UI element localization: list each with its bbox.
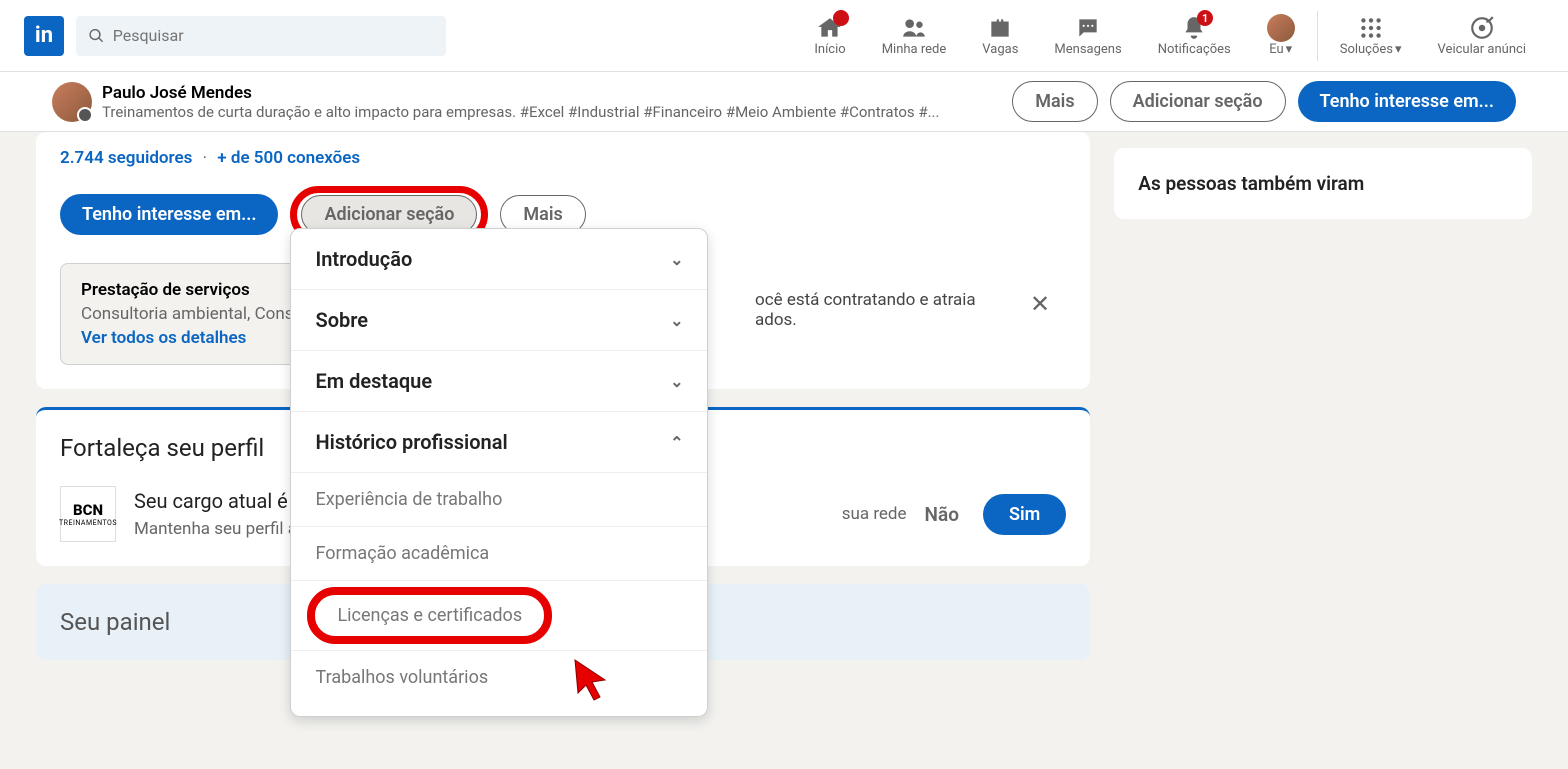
dropdown-intro[interactable]: Introdução ⌄ (291, 229, 707, 290)
dropdown-work-exp[interactable]: Experiência de trabalho (291, 473, 707, 527)
add-section-dropdown: Introdução ⌄ Sobre ⌄ Em destaque ⌄ His (290, 228, 708, 717)
nav-advertise-label: Veicular anúnci (1438, 42, 1526, 57)
home-badge (833, 10, 849, 26)
nav-me-label: Eu▾ (1269, 42, 1292, 57)
nav-network-label: Minha rede (882, 42, 947, 57)
nav-home[interactable]: Início (796, 14, 863, 57)
sticky-profile-bar: Paulo José Mendes Treinamentos de curta … (0, 72, 1568, 132)
profile-card: 2.744 seguidores · + de 500 conexões Ten… (36, 132, 1090, 389)
dropdown-education[interactable]: Formação acadêmica (291, 527, 707, 581)
chevron-down-icon: ▾ (1395, 42, 1402, 57)
chevron-down-icon: ⌄ (670, 250, 683, 269)
interest-button[interactable]: Tenho interesse em... (60, 194, 278, 235)
connections-link[interactable]: + de 500 conexões (217, 148, 360, 168)
nav-jobs[interactable]: Vagas (964, 14, 1036, 57)
top-navigation: in Início Minha rede Vagas Mensagens 1 N… (0, 0, 1568, 72)
people-also-viewed-card: As pessoas também viram (1114, 148, 1532, 219)
nav-divider (1317, 11, 1318, 61)
no-button[interactable]: Não (925, 503, 959, 526)
nav-notifications-label: Notificações (1158, 42, 1231, 57)
yes-button[interactable]: Sim (983, 494, 1066, 535)
linkedin-logo[interactable]: in (24, 16, 64, 56)
nav-items: Início Minha rede Vagas Mensagens 1 Noti… (796, 11, 1544, 61)
dropdown-volunteer[interactable]: Trabalhos voluntários (291, 651, 707, 704)
nav-home-label: Início (814, 42, 845, 57)
nav-me[interactable]: Eu▾ (1249, 14, 1313, 57)
annotation-highlight-licenses: Licenças e certificados (307, 587, 552, 644)
chevron-down-icon: ▾ (1286, 42, 1293, 57)
search-box[interactable] (76, 16, 446, 56)
search-input[interactable] (113, 26, 434, 45)
followers-link[interactable]: 2.744 seguidores (60, 148, 192, 168)
profile-avatar[interactable] (52, 82, 92, 122)
messages-icon (1075, 15, 1101, 41)
target-icon (1469, 15, 1495, 41)
hiring-box-text: ocê está contratando e atraia ados. (755, 290, 976, 330)
nav-solutions-label: Soluções▾ (1340, 42, 1402, 57)
people-icon (901, 15, 927, 41)
profile-name: Paulo José Mendes (102, 83, 1012, 103)
side-title: As pessoas também viram (1138, 172, 1508, 195)
sticky-interest-button[interactable]: Tenho interesse em... (1298, 81, 1516, 122)
chevron-down-icon: ⌄ (670, 311, 683, 330)
follow-line: 2.744 seguidores · + de 500 conexões (60, 148, 1066, 168)
avatar-icon (1267, 14, 1295, 42)
sticky-more-button[interactable]: Mais (1012, 81, 1097, 122)
annotation-arrow (570, 655, 620, 705)
nav-advertise[interactable]: Veicular anúnci (1420, 14, 1544, 57)
profile-headline: Treinamentos de curta duração e alto imp… (102, 103, 1012, 121)
chevron-down-icon: ⌄ (670, 372, 683, 391)
briefcase-icon (987, 15, 1013, 41)
close-icon[interactable]: ✕ (1030, 290, 1050, 318)
nav-solutions[interactable]: Soluções▾ (1322, 14, 1420, 57)
notif-badge: 1 (1197, 10, 1213, 26)
nav-jobs-label: Vagas (982, 42, 1018, 57)
nav-notifications[interactable]: 1 Notificações (1140, 14, 1249, 57)
nav-network[interactable]: Minha rede (864, 14, 965, 57)
chevron-up-icon: ⌃ (670, 433, 683, 452)
grid-icon (1358, 15, 1384, 41)
dropdown-history[interactable]: Histórico profissional ⌃ (291, 412, 707, 473)
search-icon (88, 27, 105, 45)
nav-messages-label: Mensagens (1054, 42, 1121, 57)
dropdown-about[interactable]: Sobre ⌄ (291, 290, 707, 351)
sticky-add-section-button[interactable]: Adicionar seção (1110, 81, 1286, 122)
dropdown-featured[interactable]: Em destaque ⌄ (291, 351, 707, 412)
company-logo: BCN TREINAMENTOS (60, 486, 116, 542)
dropdown-licenses[interactable]: Licenças e certificados (337, 605, 522, 626)
nav-messages[interactable]: Mensagens (1036, 14, 1139, 57)
